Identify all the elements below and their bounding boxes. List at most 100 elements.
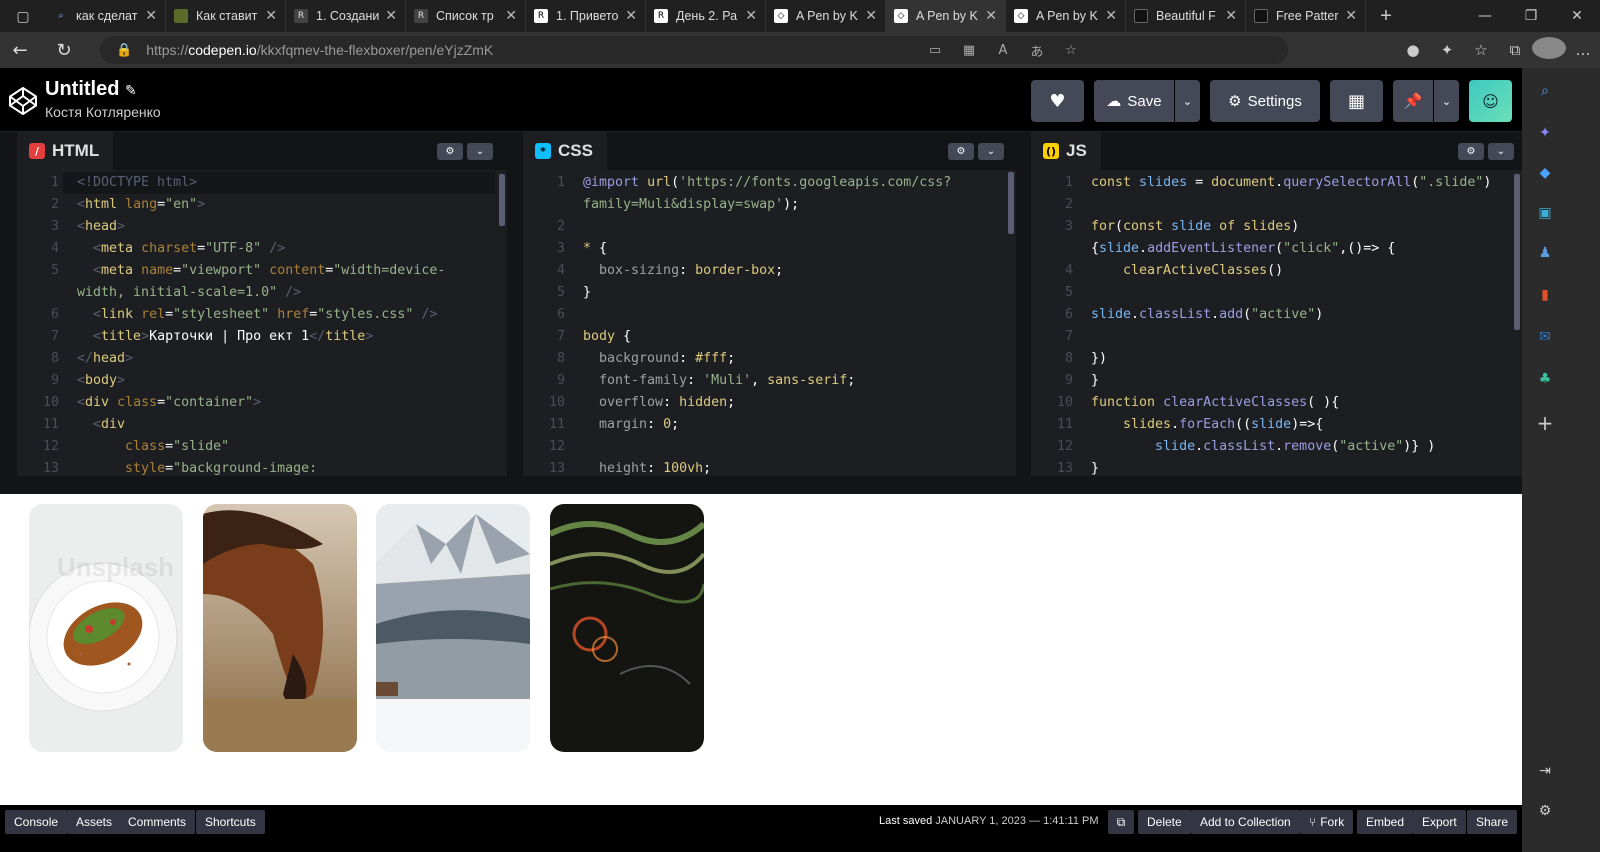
save-dropdown-button[interactable]: ⌄ <box>1175 80 1200 122</box>
settings-button[interactable]: ⚙ Settings <box>1210 80 1320 122</box>
read-aloud-icon[interactable]: A <box>986 43 1020 58</box>
browser-extension-icon[interactable]: ● <box>1396 41 1430 59</box>
chevron-down-icon[interactable]: ⌄ <box>467 143 493 160</box>
browser-tab[interactable]: R День 2. Ра ✕ <box>646 0 766 32</box>
tools-icon[interactable]: ▣ <box>1532 200 1558 226</box>
close-icon[interactable]: ✕ <box>265 8 277 24</box>
editor-settings-icon[interactable]: ⚙ <box>948 143 974 160</box>
scrollbar[interactable] <box>1008 172 1014 234</box>
more-icon[interactable]: … <box>1566 41 1600 59</box>
shortcuts-button[interactable]: Shortcuts <box>196 810 265 834</box>
browser-tab[interactable]: ◇ A Pen by K ✕ <box>1006 0 1126 32</box>
html-code[interactable]: 1 2 3 4 5 6 7 8 9 10 11 12 13 <!DOCTYPE html> <html … <box>17 172 507 476</box>
comments-button[interactable]: Comments <box>119 810 196 834</box>
delete-button[interactable]: Delete <box>1138 810 1191 834</box>
css-editor-tab[interactable]: * CSS <box>523 132 607 170</box>
js-code[interactable]: 1 2 3 4 5 6 7 8 9 10 11 12 13 const slides = documen… <box>1031 172 1522 476</box>
add-to-collection-button[interactable]: Add to Collection <box>1191 810 1300 834</box>
url-field[interactable]: 🔒 https://codepen.io/kkxfqmev-the-flexbo… <box>100 36 1288 64</box>
minimize-icon[interactable]: — <box>1462 0 1508 32</box>
browser-tab[interactable]: ⌕ как сделат ✕ <box>46 0 166 32</box>
search-icon[interactable]: ⌕ <box>1532 78 1558 104</box>
close-icon[interactable]: ✕ <box>505 8 517 24</box>
window-close-icon[interactable]: ✕ <box>1554 0 1600 32</box>
browser-tab[interactable]: R 1. Создани ✕ <box>286 0 406 32</box>
hide-sidebar-icon[interactable]: ⇥ <box>1532 758 1558 784</box>
slide-card-food[interactable]: Unsplash <box>29 504 183 752</box>
slide-card-horse[interactable] <box>203 504 357 752</box>
scrollbar[interactable] <box>1514 174 1520 330</box>
line-number: 11 <box>42 417 59 432</box>
gear-icon[interactable]: ⚙ <box>1532 798 1558 824</box>
close-icon[interactable]: ✕ <box>1105 8 1117 24</box>
add-icon[interactable]: + <box>1532 410 1558 436</box>
translate-icon[interactable]: あ <box>1020 41 1054 60</box>
browser-tab[interactable]: Как ставит ✕ <box>166 0 286 32</box>
css-code[interactable]: 1 2 3 4 5 6 7 8 9 10 11 12 13 @import url('https://f… <box>523 172 1016 476</box>
share-button[interactable]: Share <box>1467 810 1518 834</box>
close-icon[interactable]: ✕ <box>625 8 637 24</box>
close-icon[interactable]: ✕ <box>985 8 997 24</box>
tree-icon[interactable]: ♣ <box>1532 366 1558 392</box>
pin-dropdown-button[interactable]: ⌄ <box>1434 80 1459 122</box>
chevron-down-icon: ⌄ <box>1182 94 1193 108</box>
extensions-icon[interactable]: ✦ <box>1430 41 1464 59</box>
editor-settings-icon[interactable]: ⚙ <box>437 143 463 160</box>
embed-button[interactable]: Embed <box>1357 810 1414 834</box>
back-icon[interactable]: ← <box>0 40 40 61</box>
copilot-icon[interactable]: ✦ <box>1532 120 1558 146</box>
tab-actions-icon[interactable]: ▢ <box>0 0 46 32</box>
export-button[interactable]: Export <box>1413 810 1466 834</box>
codepen-icon: ◇ <box>774 9 788 23</box>
open-external-icon[interactable]: ⧉ <box>1108 810 1134 834</box>
favorite-add-icon[interactable]: ☆ <box>1054 43 1088 58</box>
profile-icon[interactable] <box>1532 37 1566 63</box>
js-editor-tab[interactable]: () JS <box>1031 132 1101 170</box>
console-button[interactable]: Console <box>5 810 68 834</box>
close-icon[interactable]: ✕ <box>745 8 757 24</box>
user-avatar[interactable]: ☺ <box>1469 80 1512 122</box>
assets-button[interactable]: Assets <box>67 810 122 834</box>
layout-button[interactable]: ▦ <box>1330 80 1383 122</box>
slide-card-lights[interactable] <box>550 504 704 752</box>
browser-tab[interactable]: ◇ A Pen by K ✕ <box>766 0 886 32</box>
close-icon[interactable]: ✕ <box>865 8 877 24</box>
browser-tab-active[interactable]: ◇ A Pen by K ✕ <box>886 0 1006 32</box>
editor-settings-icon[interactable]: ⚙ <box>1458 143 1484 160</box>
html-editor-tab[interactable]: / HTML <box>17 132 114 170</box>
close-icon[interactable]: ✕ <box>385 8 397 24</box>
new-tab-button[interactable]: + <box>1366 5 1406 28</box>
resize-handle[interactable] <box>0 476 1522 494</box>
shopping-icon[interactable]: ◆ <box>1532 160 1558 186</box>
pencil-icon[interactable]: ✎ <box>125 83 137 99</box>
refresh-icon[interactable]: ↻ <box>44 40 84 61</box>
line-number: 13 <box>42 461 59 476</box>
browser-tab[interactable]: R 1. Привето ✕ <box>526 0 646 32</box>
browser-tab[interactable]: Beautiful F ✕ <box>1126 0 1246 32</box>
restore-icon[interactable]: ❐ <box>1508 0 1554 32</box>
browser-tab[interactable]: R Список тр ✕ <box>406 0 526 32</box>
app-available-icon[interactable]: ▭ <box>918 43 952 58</box>
slide-card-mountain[interactable] <box>376 504 530 752</box>
pin-button[interactable]: 📌 <box>1393 80 1433 122</box>
heart-button[interactable]: ♥ <box>1031 80 1084 122</box>
outlook-icon[interactable]: ✉ <box>1532 324 1558 350</box>
pen-title[interactable]: Untitled ✎ <box>45 78 137 101</box>
browser-tab[interactable]: Free Patter ✕ <box>1246 0 1366 32</box>
games-icon[interactable]: ♟ <box>1532 240 1558 266</box>
favorites-icon[interactable]: ☆ <box>1464 41 1498 59</box>
close-icon[interactable]: ✕ <box>1225 8 1237 24</box>
chevron-down-icon[interactable]: ⌄ <box>1488 143 1514 160</box>
close-icon[interactable]: ✕ <box>1345 8 1357 24</box>
save-button[interactable]: ☁ Save <box>1094 80 1174 122</box>
fork-button[interactable]: ⑂ Fork <box>1300 810 1354 834</box>
codepen-logo-icon[interactable] <box>8 86 38 116</box>
collections-icon[interactable]: ⧉ <box>1498 41 1532 59</box>
extension-icon[interactable]: ▦ <box>952 43 986 58</box>
scrollbar[interactable] <box>499 174 505 226</box>
pen-author[interactable]: Костя Котляренко <box>45 104 161 120</box>
css-editor: * CSS ⚙ ⌄ 1 2 3 4 5 6 7 8 9 10 11 12 13 @import url('h… <box>523 132 1016 476</box>
office-icon[interactable]: ▮ <box>1532 282 1558 308</box>
chevron-down-icon[interactable]: ⌄ <box>978 143 1004 160</box>
close-icon[interactable]: ✕ <box>145 8 157 24</box>
